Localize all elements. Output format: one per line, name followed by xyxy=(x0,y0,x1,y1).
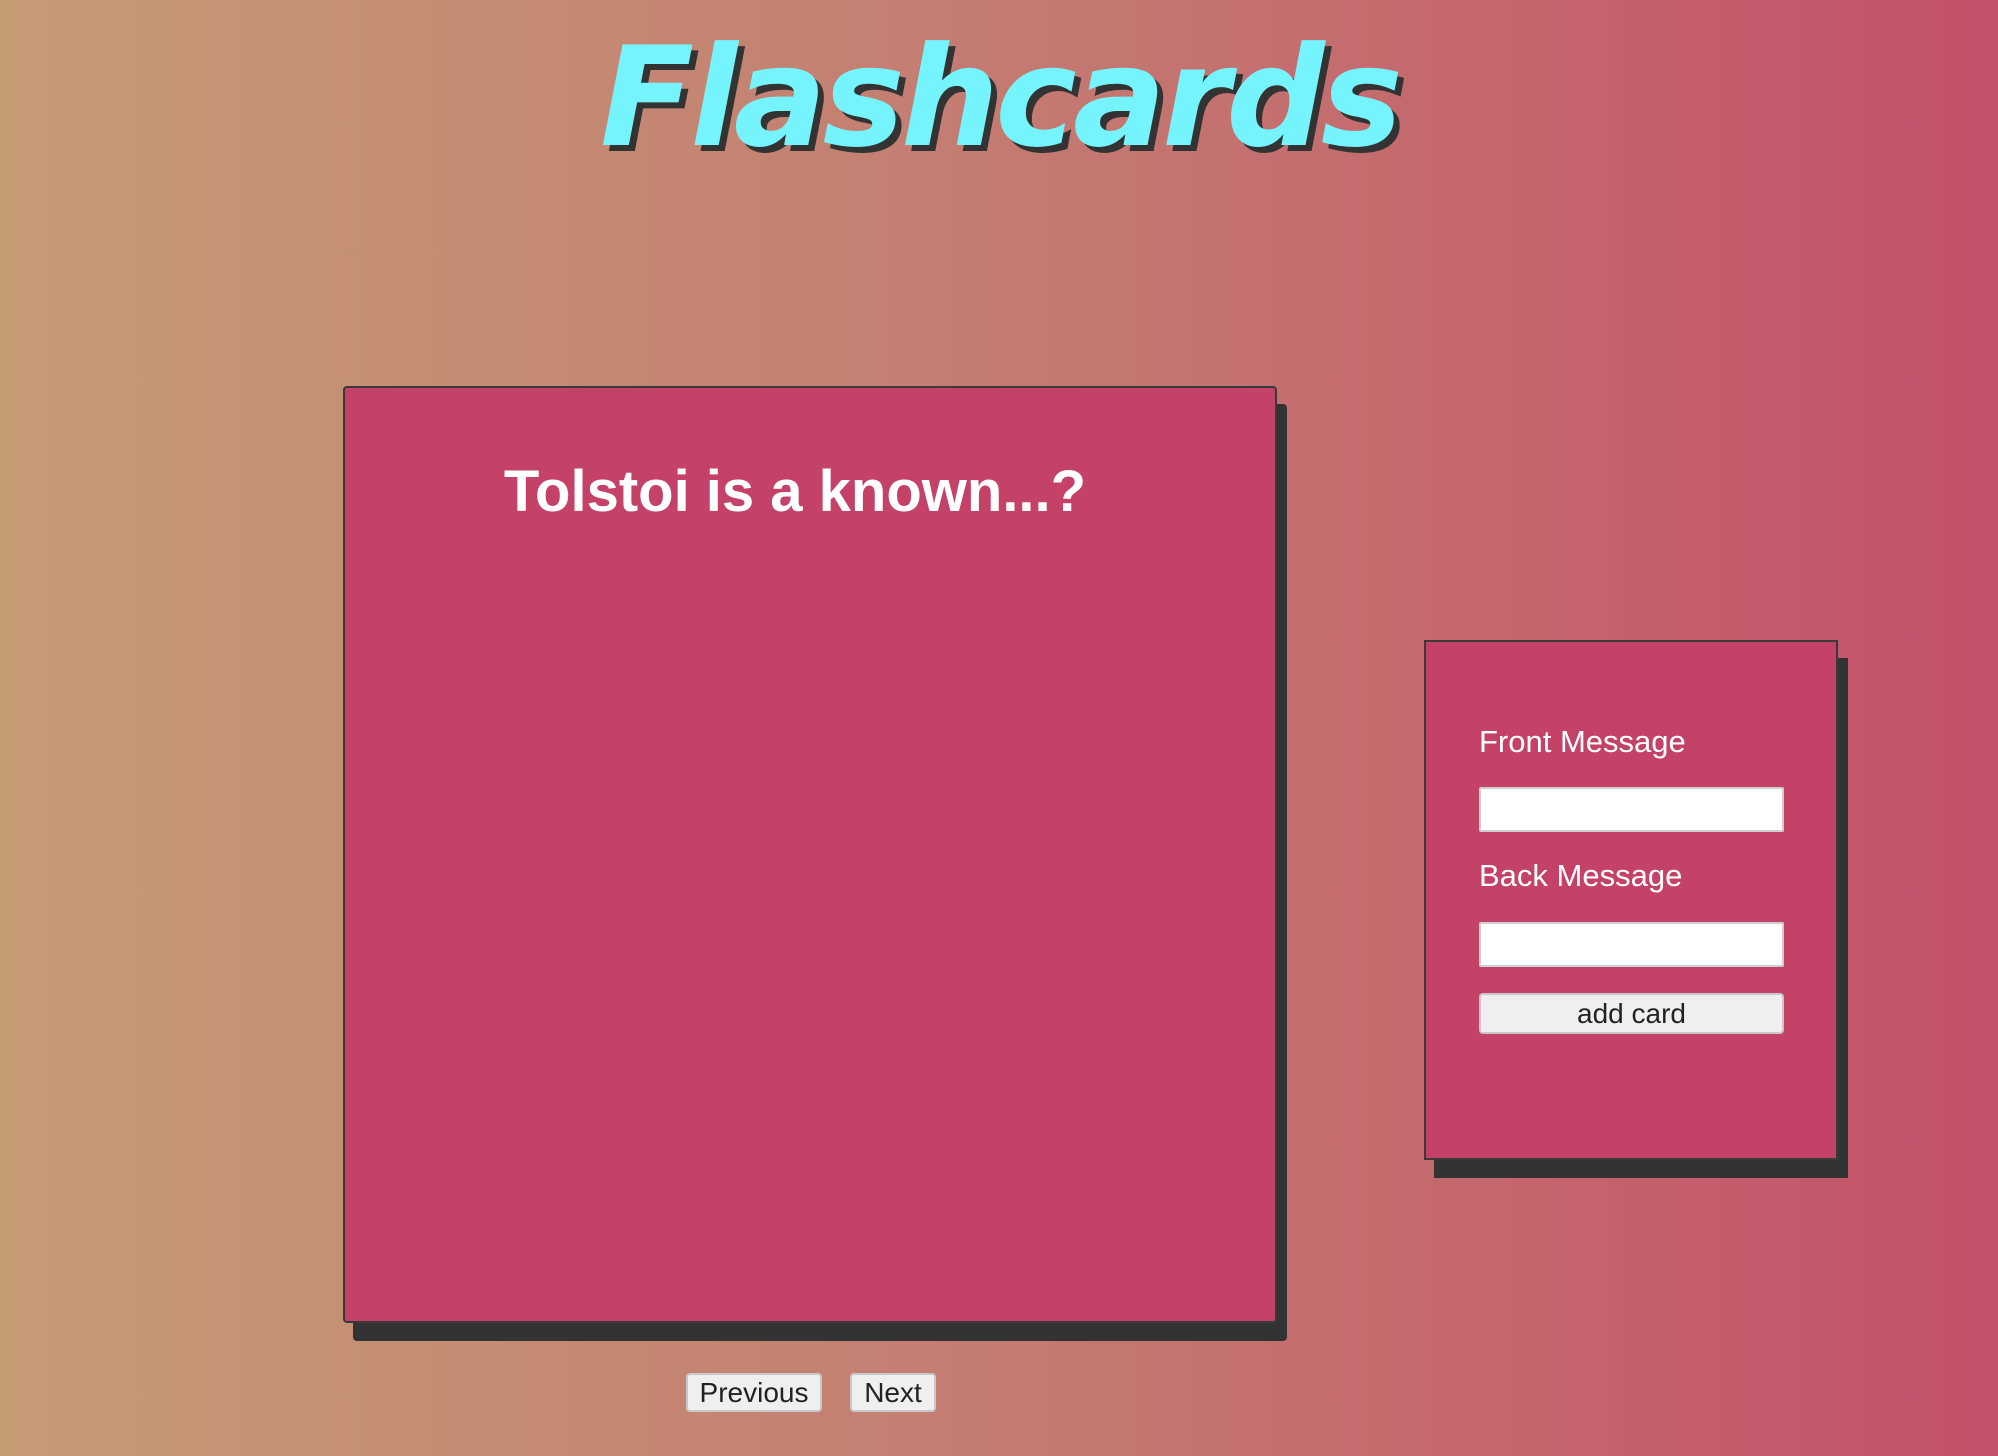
flashcard-front-text: Tolstoi is a known...? xyxy=(503,459,1087,524)
add-card-button[interactable]: add card xyxy=(1479,993,1784,1034)
back-message-label: Back Message xyxy=(1479,858,1683,893)
app-title: Flashcards xyxy=(600,17,1403,178)
flashcard[interactable]: Tolstoi is a known...? xyxy=(343,386,1277,1323)
back-message-input[interactable] xyxy=(1479,922,1784,967)
front-message-label: Front Message xyxy=(1479,724,1686,759)
front-message-input[interactable] xyxy=(1479,787,1784,832)
previous-button[interactable]: Previous xyxy=(686,1373,822,1412)
add-card-form: Front Message Back Message add card xyxy=(1424,640,1838,1160)
next-button[interactable]: Next xyxy=(850,1373,936,1412)
